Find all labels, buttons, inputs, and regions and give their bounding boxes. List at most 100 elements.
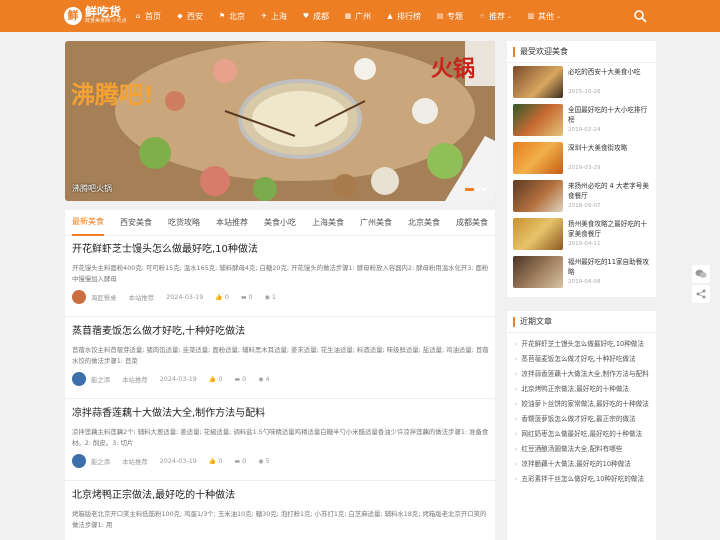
avatar[interactable] — [72, 290, 86, 304]
wechat-icon[interactable] — [692, 265, 710, 283]
nav-item-other[interactable]: ▥ 其他 ⌄ — [527, 11, 561, 22]
nav-label: 西安 — [187, 11, 203, 21]
recent-item[interactable]: › 姣油萝卜丝饼的家常做法,最好吃的十种做法 — [515, 398, 650, 413]
hero-slider[interactable]: 沸腾吧! 火锅 沸腾吧火锅 — [65, 41, 495, 201]
article-excerpt: 苜蓿水饺主料苜蓿芽适量; 猪肉馅适量; 韭菜适量; 面粉适量; 辅料黑木耳适量;… — [72, 346, 489, 365]
food-thumbnail[interactable] — [513, 256, 563, 288]
nav-item-recommend[interactable]: ☝ 推荐 ⌄ — [478, 11, 512, 22]
view-count: 1 — [271, 293, 276, 301]
popular-item-title[interactable]: 必吃的西安十大美食小吃 — [568, 67, 653, 77]
popular-item-title[interactable]: 来扬州必吃的 4 大老字号美食餐厅 — [568, 181, 653, 201]
recent-item[interactable]: › 五彩素拌干丝怎么做好吃,10种好吃的做法 — [515, 473, 650, 488]
comment-icon: ▬ — [240, 294, 247, 301]
avatar[interactable] — [72, 372, 86, 386]
like-count: 0 — [218, 457, 223, 465]
site-logo[interactable]: 鲜 鲜吃货 鲜食美食网·小吃点 — [64, 6, 127, 25]
like-icon[interactable]: 👍 — [209, 376, 216, 383]
tab-guangzhou[interactable]: 广州美食 — [360, 211, 392, 235]
popular-item-title[interactable]: 深圳十大美食街攻略 — [568, 143, 653, 153]
article-category[interactable]: 本站推荐 — [122, 457, 148, 466]
hero-image: 沸腾吧! 火锅 — [65, 41, 495, 201]
popular-item-title[interactable]: 福州最好吃的11家自助餐攻略 — [568, 257, 653, 277]
popular-item-date: 2019-03-29 — [568, 165, 601, 171]
author-name[interactable]: 能之添 — [91, 457, 110, 466]
recent-item[interactable]: › 凉拌蒜香莲藕十大做法大全,制作方法与配料 — [515, 368, 650, 383]
article-category[interactable]: 本站推荐 — [122, 375, 148, 384]
search-icon[interactable] — [633, 9, 647, 23]
nav-item-guangzhou[interactable]: ▦ 广州 — [344, 11, 371, 22]
article-title[interactable]: 北京烤鸭正宗做法,最好吃的十种做法 — [72, 489, 490, 503]
tab-beijing[interactable]: 北京美食 — [408, 211, 440, 235]
nav-item-beijing[interactable]: ⚑ 北京 — [218, 11, 245, 22]
avatar[interactable] — [72, 454, 86, 468]
eye-icon: ◉ — [258, 458, 264, 465]
author-name[interactable]: 海匠餐桌 — [91, 293, 117, 302]
menu-icon: ▥ — [527, 12, 535, 20]
tab-xian[interactable]: 西安美食 — [120, 211, 152, 235]
nav-item-topics[interactable]: ▤ 专题 — [436, 11, 463, 22]
tab-snacks[interactable]: 美食小吃 — [264, 211, 296, 235]
comment-count: 0 — [248, 293, 253, 301]
like-icon[interactable]: 👍 — [209, 458, 216, 465]
popular-item-date: 2018-09-07 — [568, 203, 601, 209]
popular-item-title[interactable]: 扬州美食攻略之最好吃的十家美食餐厅 — [568, 219, 653, 239]
chevron-right-icon: › — [515, 401, 518, 408]
nav-item-chengdu[interactable]: ♥ 成都 — [302, 11, 329, 22]
tab-shanghai[interactable]: 上海美食 — [312, 211, 344, 235]
chart-icon: ▲ — [387, 12, 393, 20]
recent-item[interactable]: › 蒸苜蓿麦饭怎么做才好吃,十种好吃做法 — [515, 353, 650, 368]
like-icon[interactable]: 👍 — [215, 294, 222, 301]
food-thumbnail[interactable] — [513, 142, 563, 174]
like-count: 0 — [224, 293, 229, 301]
slider-dot[interactable] — [476, 188, 480, 191]
recent-item[interactable]: › 红豆酒酿汤圆做法大全,配料有哪些 — [515, 443, 650, 458]
nav-label: 排行榜 — [397, 11, 421, 21]
hero-overlay-text: 沸腾吧! — [71, 81, 154, 109]
tab-chengdu[interactable]: 成都美食 — [456, 211, 488, 235]
chevron-right-icon: › — [515, 461, 518, 468]
hero-caption[interactable]: 沸腾吧火锅 — [72, 183, 112, 194]
list-icon: ▤ — [436, 12, 444, 20]
article-meta: 能之添 本站推荐 2024-03-19 👍 0 ▬ 0 ◉ 4 — [72, 372, 490, 386]
recent-item[interactable]: › 开花鲜虾芝士馒头怎么做最好吃,10种做法 — [515, 338, 650, 353]
article-title[interactable]: 凉拌蒜香莲藕十大做法大全,制作方法与配料 — [72, 407, 490, 421]
nav-item-ranking[interactable]: ▲ 排行榜 — [386, 11, 421, 22]
chevron-right-icon: › — [515, 476, 518, 483]
chevron-right-icon: › — [515, 356, 518, 363]
popular-item-title[interactable]: 全国最好吃的十大小吃排行榜 — [568, 105, 653, 125]
article-date: 2024-03-19 — [159, 457, 197, 465]
author-name[interactable]: 能之添 — [91, 375, 110, 384]
share-icon[interactable] — [692, 285, 710, 303]
nav-item-home[interactable]: ⌂ 首页 — [134, 11, 161, 22]
article-excerpt: 凉拌莲藕主料莲藕2个; 辅料大葱适量; 姜适量; 花椒适量; 调料盐1.5勺味精… — [72, 428, 489, 447]
slider-dot[interactable] — [465, 188, 474, 191]
nav-item-shanghai[interactable]: ✈ 上海 — [260, 11, 287, 22]
slider-dot[interactable] — [482, 188, 486, 191]
food-thumbnail[interactable] — [513, 218, 563, 250]
comment-icon: ▬ — [234, 376, 241, 383]
chevron-right-icon: › — [515, 446, 518, 453]
article-date: 2024-03-19 — [159, 375, 197, 383]
tab-recommended[interactable]: 本站推荐 — [216, 211, 248, 235]
tab-latest[interactable]: 最新美食 — [72, 210, 104, 236]
article-title[interactable]: 开花鲜虾芝士馒头怎么做最好吃,10种做法 — [72, 243, 490, 257]
article-category[interactable]: 本站推荐 — [129, 293, 155, 302]
recent-item[interactable]: › 北京烤鸭正宗做法,最好吃的十种做法 — [515, 383, 650, 398]
popular-item: 必吃的西安十大美食小吃 2015-10-26 — [513, 66, 653, 98]
grid-icon: ▦ — [344, 12, 352, 20]
article-list-panel: 最新美食 西安美食 吃货攻略 本站推荐 美食小吃 上海美食 广州美食 北京美食 … — [65, 210, 495, 540]
food-thumbnail[interactable] — [513, 66, 563, 98]
recent-item[interactable]: › 凉拌脆藕十大做法,最好吃的10种做法 — [515, 458, 650, 473]
nav-item-xian[interactable]: ◆ 西安 — [176, 11, 203, 22]
diamond-icon: ◆ — [177, 12, 183, 20]
tab-guides[interactable]: 吃货攻略 — [168, 211, 200, 235]
recent-item[interactable]: › 网红奶枣怎么做最好吃,最好吃的十种做法 — [515, 428, 650, 443]
article-title[interactable]: 蒸苜蓿麦饭怎么做才好吃,十种好吃做法 — [72, 325, 490, 339]
food-thumbnail[interactable] — [513, 180, 563, 212]
recent-item[interactable]: › 香糯菠萝饭怎么做才好吃,最正宗的做法 — [515, 413, 650, 428]
food-thumbnail[interactable] — [513, 104, 563, 136]
popular-item: 深圳十大美食街攻略 2019-03-29 — [513, 142, 653, 174]
view-count: 4 — [265, 375, 270, 383]
divider — [65, 316, 495, 317]
comment-count: 0 — [242, 457, 247, 465]
